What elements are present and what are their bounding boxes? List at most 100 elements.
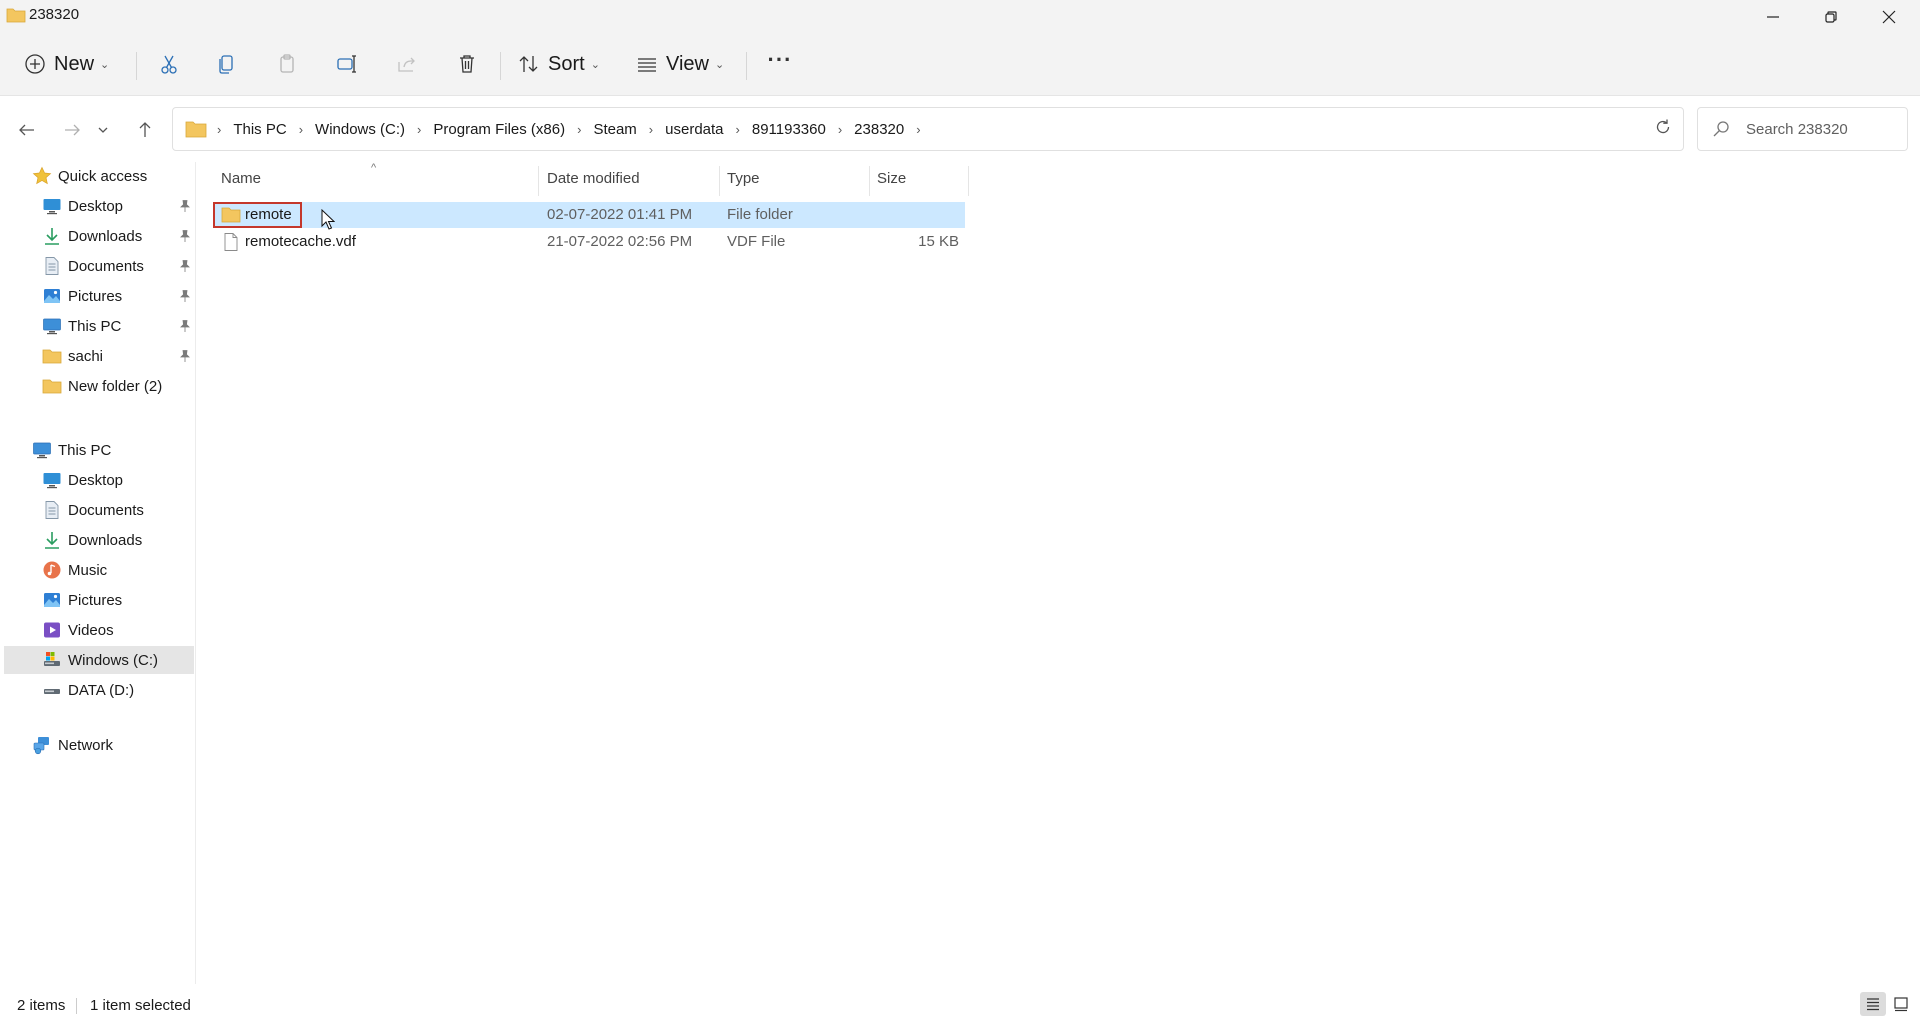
- column-header-type[interactable]: Type: [727, 162, 760, 194]
- breadcrumb-item[interactable]: 238320: [854, 121, 904, 138]
- star-icon: [32, 166, 52, 186]
- view-list-icon: [638, 58, 656, 72]
- pin-icon[interactable]: [178, 199, 192, 213]
- window-title: 238320: [29, 6, 80, 23]
- sidebar-item-pc-3[interactable]: Music: [4, 556, 194, 584]
- breadcrumb-item[interactable]: Program Files (x86): [433, 121, 565, 138]
- drive-icon: [42, 680, 62, 700]
- copy-icon: [219, 55, 233, 74]
- arrow-up-icon: [139, 122, 151, 137]
- chevron-right-icon[interactable]: ›: [417, 122, 421, 137]
- sidebar-item-quick-access[interactable]: Quick access: [4, 162, 194, 190]
- delete-button[interactable]: [450, 44, 484, 84]
- trash-icon: [460, 55, 474, 73]
- view-label: View: [666, 52, 709, 75]
- chevron-right-icon[interactable]: ›: [299, 122, 303, 137]
- pin-icon[interactable]: [178, 349, 192, 363]
- folder-icon: [221, 207, 241, 223]
- breadcrumb-item[interactable]: Steam: [593, 121, 636, 138]
- sidebar-item-this-pc[interactable]: This PC: [4, 436, 194, 464]
- column-header-date[interactable]: Date modified: [547, 162, 640, 194]
- share-button[interactable]: [390, 44, 424, 84]
- breadcrumb-item[interactable]: userdata: [665, 121, 723, 138]
- toolbar-divider: [500, 52, 501, 80]
- file-date: 21-07-2022 02:56 PM: [547, 233, 693, 250]
- status-divider: [76, 998, 77, 1014]
- details-view-icon: [1867, 998, 1879, 1011]
- breadcrumb-item[interactable]: Windows (C:): [315, 121, 405, 138]
- pin-icon[interactable]: [178, 259, 192, 273]
- column-divider[interactable]: [719, 166, 720, 196]
- sidebar-item-pc-2[interactable]: Downloads: [4, 526, 194, 554]
- sidebar-item-network[interactable]: Network: [4, 731, 194, 759]
- back-button[interactable]: [10, 113, 44, 147]
- forward-button[interactable]: [55, 113, 89, 147]
- sidebar-item-quick-3[interactable]: Pictures: [4, 282, 194, 310]
- windows-drive-icon: [42, 650, 62, 670]
- address-bar[interactable]: › This PC › Windows (C:) › Program Files (x86…: [172, 107, 1797, 151]
- pictures-icon: [42, 590, 62, 610]
- sidebar-item-quick-1[interactable]: Downloads: [4, 222, 194, 250]
- more-options-button[interactable]: ···: [764, 40, 796, 80]
- chevron-right-icon[interactable]: ›: [649, 122, 653, 137]
- file-row[interactable]: remotecache.vdf 21-07-2022 02:56 PM VDF Fi…: [213, 229, 965, 255]
- chevron-right-icon[interactable]: ›: [736, 122, 740, 137]
- file-list: ^ Name Date modified Type Size remote 02-…: [197, 162, 1920, 984]
- pictures-icon: [42, 286, 62, 306]
- sidebar-item-pc-5[interactable]: Videos: [4, 616, 194, 644]
- chevron-right-icon[interactable]: ›: [217, 122, 221, 137]
- recent-locations-button[interactable]: [92, 113, 114, 147]
- sidebar-item-label: Pictures: [68, 287, 123, 305]
- column-header-size[interactable]: Size: [877, 162, 906, 194]
- share-icon: [398, 57, 415, 72]
- sidebar-item-quick-2[interactable]: Documents: [4, 252, 194, 280]
- minimize-button[interactable]: [1744, 0, 1802, 34]
- rename-icon: [337, 55, 356, 73]
- toolbar-divider: [746, 52, 747, 80]
- sidebar-item-pc-0[interactable]: Desktop: [4, 466, 194, 494]
- new-button[interactable]: New ⌄: [24, 44, 109, 84]
- arrow-right-icon: [65, 124, 80, 136]
- chevron-right-icon[interactable]: ›: [577, 122, 581, 137]
- pin-icon[interactable]: [178, 319, 192, 333]
- sidebar-item-pc-1[interactable]: Documents: [4, 496, 194, 524]
- search-box[interactable]: [1697, 107, 1908, 151]
- sidebar-item-pc-7[interactable]: DATA (D:): [4, 676, 194, 704]
- column-header-name[interactable]: Name: [221, 162, 261, 194]
- command-bar: New ⌄ Sort ⌄ View ⌄ ···: [0, 34, 1920, 96]
- pin-icon[interactable]: [178, 229, 192, 243]
- column-divider[interactable]: [968, 166, 969, 196]
- refresh-button[interactable]: [1648, 112, 1678, 142]
- view-button[interactable]: View ⌄: [636, 44, 724, 84]
- copy-button[interactable]: [210, 44, 244, 84]
- rename-button[interactable]: [330, 44, 364, 84]
- tiles-view-button[interactable]: [1888, 992, 1914, 1016]
- restore-button[interactable]: [1802, 0, 1860, 34]
- search-input[interactable]: [1746, 118, 1896, 140]
- breadcrumb-item[interactable]: This PC: [233, 121, 286, 138]
- sidebar-item-quick-0[interactable]: Desktop: [4, 192, 194, 220]
- sidebar-item-quick-4[interactable]: This PC: [4, 312, 194, 340]
- sidebar-item-label: Desktop: [68, 197, 124, 215]
- details-view-button[interactable]: [1860, 992, 1886, 1016]
- paste-button[interactable]: [270, 44, 304, 84]
- chevron-right-icon[interactable]: ›: [916, 122, 920, 137]
- breadcrumb-item[interactable]: 891193360: [752, 121, 826, 138]
- close-icon: [1882, 10, 1896, 24]
- sidebar-item-pc-6[interactable]: Windows (C:): [4, 646, 194, 674]
- pin-icon[interactable]: [178, 289, 192, 303]
- download-icon: [42, 530, 62, 550]
- column-divider[interactable]: [869, 166, 870, 196]
- chevron-down-icon: ⌄: [100, 58, 110, 71]
- sort-button[interactable]: Sort ⌄: [518, 44, 600, 84]
- column-divider[interactable]: [538, 166, 539, 196]
- sidebar-item-pc-4[interactable]: Pictures: [4, 586, 194, 614]
- cut-button[interactable]: [152, 44, 186, 84]
- folder-icon: [185, 121, 207, 138]
- sidebar-item-quick-5[interactable]: sachi: [4, 342, 194, 370]
- sidebar-item-quick-6[interactable]: New folder (2): [4, 372, 194, 400]
- close-button[interactable]: [1860, 0, 1918, 34]
- up-button[interactable]: [128, 113, 162, 147]
- sidebar-item-label: Downloads: [68, 227, 143, 245]
- chevron-right-icon[interactable]: ›: [838, 122, 842, 137]
